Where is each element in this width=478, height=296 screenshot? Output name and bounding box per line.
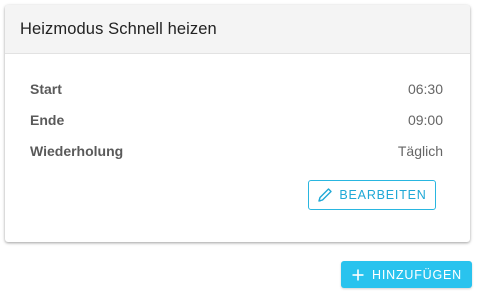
end-row: Ende 09:00 bbox=[30, 112, 443, 128]
repeat-row: Wiederholung Täglich bbox=[30, 143, 443, 159]
repeat-value: Täglich bbox=[397, 143, 443, 159]
card-title: Heizmodus Schnell heizen bbox=[20, 19, 217, 38]
end-label: Ende bbox=[30, 112, 65, 128]
schedule-card: Heizmodus Schnell heizen Start 06:30 End… bbox=[5, 5, 470, 242]
start-label: Start bbox=[30, 81, 62, 97]
plus-icon bbox=[351, 268, 365, 282]
card-header: Heizmodus Schnell heizen bbox=[5, 5, 470, 54]
repeat-label: Wiederholung bbox=[30, 143, 124, 159]
add-button[interactable]: HINZUFÜGEN bbox=[341, 261, 472, 288]
end-value: 09:00 bbox=[407, 112, 443, 128]
edit-button[interactable]: BEARBEITEN bbox=[308, 180, 436, 210]
pencil-icon bbox=[317, 187, 333, 203]
start-value: 06:30 bbox=[407, 81, 443, 97]
add-button-label: HINZUFÜGEN bbox=[372, 267, 462, 282]
edit-button-label: BEARBEITEN bbox=[339, 188, 427, 202]
start-row: Start 06:30 bbox=[30, 81, 443, 97]
